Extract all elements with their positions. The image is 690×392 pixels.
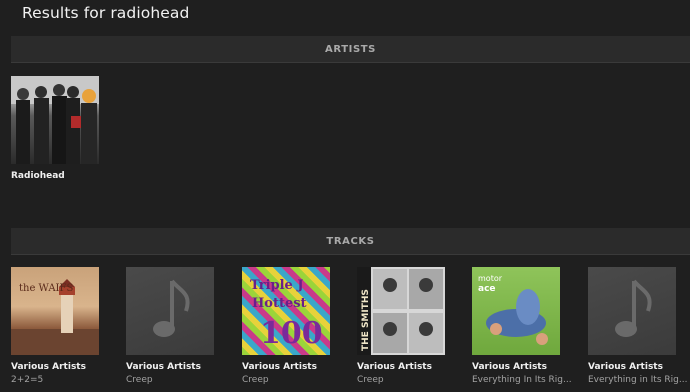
the-smiths-artwork-icon: THE SMITHS [357, 267, 443, 355]
track-title[interactable]: Everything In Its Rig... [472, 375, 572, 385]
artist-thumbnail[interactable] [11, 76, 99, 164]
track-thumbnail[interactable]: motor ace [472, 267, 560, 355]
band-photo-icon [11, 76, 99, 164]
jjj-number-text: 100 [260, 316, 323, 351]
track-artist[interactable]: Various Artists [357, 362, 445, 372]
jjj-top-text: Triple J [250, 278, 304, 293]
track-title[interactable]: Creep [242, 375, 342, 385]
track-thumbnail[interactable]: the WAIFS [11, 267, 99, 355]
smiths-logo-text: THE SMITHS [361, 289, 371, 351]
lighthouse-artwork-icon: the WAIFS [11, 279, 99, 355]
artist-name[interactable]: Radiohead [11, 171, 99, 181]
track-artist[interactable]: Various Artists [242, 362, 330, 372]
track-title[interactable]: Creep [126, 375, 226, 385]
motorace-text-1: motor [478, 274, 503, 283]
track-card[interactable]: motor ace Various Artists Everything In … [472, 267, 572, 385]
track-artist[interactable]: Various Artists [11, 362, 99, 372]
motorace-text-2: ace [478, 284, 496, 294]
track-card[interactable]: Various Artists Creep [126, 267, 214, 385]
track-artist[interactable]: Various Artists [588, 362, 676, 372]
track-card[interactable]: THE SMITHS Various Artists Creep [357, 267, 445, 385]
track-thumbnail[interactable]: Triple J Hottest 100 [242, 267, 330, 355]
artist-card-radiohead[interactable]: Radiohead [11, 76, 99, 181]
track-card[interactable]: Various Artists Everything in Its Rig... [588, 267, 687, 385]
track-thumbnail[interactable] [126, 267, 214, 355]
track-artist[interactable]: Various Artists [472, 362, 560, 372]
track-card[interactable]: the WAIFS Various Artists 2+2=5 [11, 267, 99, 385]
page-title: Results for radiohead [22, 4, 190, 22]
music-note-icon [615, 279, 652, 337]
waifs-logo-text: the WAIFS [19, 283, 73, 294]
tracks-section-header: TRACKS [11, 228, 690, 255]
motor-ace-artwork-icon: motor ace [478, 274, 548, 345]
track-title[interactable]: 2+2=5 [11, 375, 111, 385]
track-card[interactable]: Triple J Hottest 100 Various Artists Cre… [242, 267, 330, 385]
track-thumbnail[interactable] [588, 267, 676, 355]
track-title[interactable]: Creep [357, 375, 457, 385]
hottest-100-artwork-icon: Triple J Hottest 100 [250, 278, 323, 351]
artists-section-header: ARTISTS [11, 36, 690, 63]
track-thumbnail[interactable]: THE SMITHS [357, 267, 445, 355]
track-artist[interactable]: Various Artists [126, 362, 214, 372]
music-note-icon [153, 279, 190, 337]
jjj-mid-text: Hottest [252, 296, 307, 311]
track-title[interactable]: Everything in Its Rig... [588, 375, 688, 385]
